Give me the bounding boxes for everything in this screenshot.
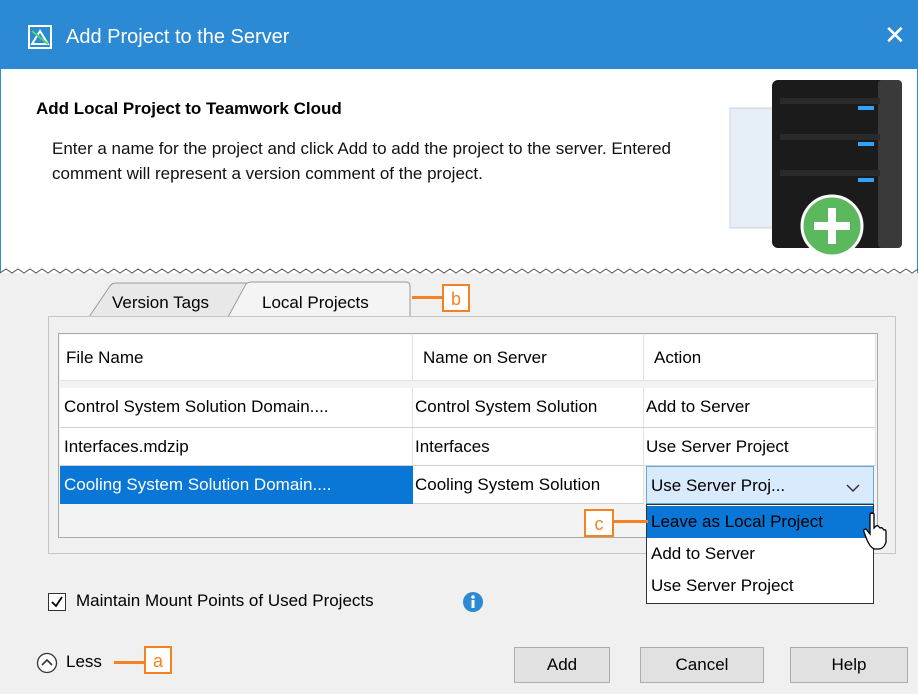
mouse-cursor-icon (862, 512, 888, 552)
chevron-down-icon[interactable] (846, 480, 860, 493)
action-combo-value: Use Server Proj... (651, 476, 786, 495)
checkmark-icon (51, 596, 63, 608)
help-button[interactable]: Help (790, 647, 908, 683)
page-title: Add Local Project to Teamwork Cloud (36, 99, 342, 118)
maintain-mount-points-checkbox[interactable] (48, 593, 66, 611)
table-row-1-action[interactable]: Add to Server (644, 388, 876, 428)
dropdown-option-use-server-project[interactable]: Use Server Project (647, 570, 873, 602)
table-row-2-file[interactable]: Interfaces.mdzip (60, 428, 413, 466)
maintain-mount-points-label[interactable]: Maintain Mount Points of Used Projects (76, 591, 374, 611)
callout-a: a (144, 646, 172, 674)
server-icon (728, 78, 908, 258)
callout-c-line (614, 520, 648, 523)
tab-local-projects[interactable]: Local Projects (262, 293, 369, 313)
action-combo[interactable]: Use Server Proj... (646, 466, 874, 504)
add-button[interactable]: Add (514, 647, 610, 683)
window-title: Add Project to the Server (66, 26, 290, 48)
callout-b: b (442, 284, 470, 312)
dropdown-option-leave-local[interactable]: Leave as Local Project (647, 506, 873, 538)
table-row-3-file[interactable]: Cooling System Solution Domain.... (60, 466, 413, 504)
dropdown-option-add-to-server[interactable]: Add to Server (647, 538, 873, 570)
collapse-up-icon[interactable] (36, 652, 58, 674)
callout-c: c (584, 509, 614, 537)
table-row-1-file[interactable]: Control System Solution Domain.... (60, 388, 413, 428)
column-header-name-on-server[interactable]: Name on Server (413, 335, 644, 381)
header-description: Enter a name for the project and click A… (52, 139, 671, 183)
close-icon[interactable]: ✕ (884, 20, 906, 51)
app-icon (28, 25, 52, 49)
callout-a-line (114, 661, 144, 664)
table-row-1-server-name[interactable]: Control System Solution (413, 388, 644, 428)
tab-version-tags[interactable]: Version Tags (112, 293, 209, 313)
table-row-3-server-name[interactable]: Cooling System Solution (413, 466, 644, 504)
cancel-button[interactable]: Cancel (640, 647, 764, 683)
callout-b-line (412, 296, 442, 299)
table-row-2-server-name[interactable]: Interfaces (413, 428, 644, 466)
table-row-2-action[interactable]: Use Server Project (644, 428, 876, 466)
info-icon[interactable] (462, 591, 484, 613)
column-header-file-name[interactable]: File Name (60, 335, 413, 381)
column-header-action[interactable]: Action (644, 335, 876, 381)
less-toggle[interactable]: Less (66, 652, 102, 672)
